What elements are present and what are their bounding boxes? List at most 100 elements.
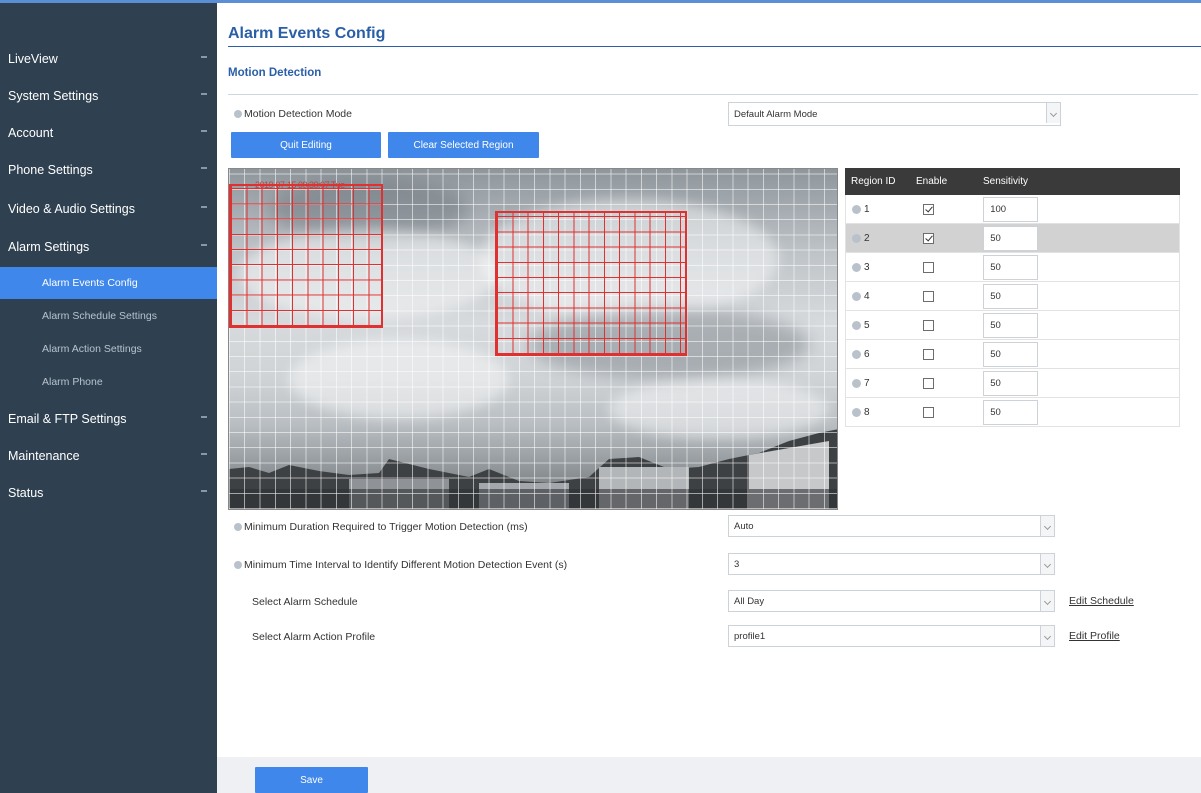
region-sensitivity-input[interactable]: 50 [983, 254, 1039, 280]
region-sensitivity-input[interactable]: 50 [983, 341, 1039, 367]
region-id-cell[interactable]: 1 [846, 204, 911, 215]
region-id-cell[interactable]: 2 [846, 233, 911, 244]
region-enable-checkbox[interactable] [922, 319, 934, 331]
region-sensitivity-input[interactable]: 50 [983, 225, 1039, 251]
region-radio-icon[interactable] [852, 378, 861, 388]
region-radio-icon[interactable] [852, 291, 861, 301]
region-radio-icon[interactable] [852, 262, 861, 272]
title-divider [228, 46, 1201, 47]
collapse-icon [201, 93, 207, 95]
collapse-icon [201, 453, 207, 455]
sidebar: LiveView System Settings Account Phone S… [0, 0, 217, 793]
min-duration-select[interactable]: Auto [728, 515, 1055, 537]
region-sensitivity-input[interactable]: 50 [983, 283, 1039, 309]
region-sensitivity-cell: 100 [983, 196, 1179, 222]
region-id: 2 [864, 232, 870, 244]
main-content: Alarm Events Config Motion Detection Mot… [217, 0, 1201, 793]
edit-profile-link[interactable]: Edit Profile [1069, 630, 1120, 642]
footer-bar: Save [217, 757, 1201, 793]
edit-schedule-link[interactable]: Edit Schedule [1069, 595, 1134, 607]
motion-region-2[interactable] [495, 211, 687, 356]
region-id-cell[interactable]: 5 [846, 320, 911, 331]
region-id-cell[interactable]: 4 [846, 291, 911, 302]
region-row[interactable]: 6 50 [845, 340, 1180, 369]
region-sensitivity-input[interactable]: 50 [983, 370, 1039, 396]
region-enable-cell [911, 348, 984, 360]
sidebar-item-account[interactable]: Account [0, 114, 217, 151]
chevron-down-icon [1046, 103, 1060, 123]
region-enable-checkbox[interactable] [922, 377, 934, 389]
sidebar-item-label: Maintenance [8, 448, 80, 463]
sidebar-item-label: Alarm Schedule Settings [42, 310, 157, 322]
sidebar-item-system-settings[interactable]: System Settings [0, 77, 217, 114]
motion-mode-select[interactable]: Default Alarm Mode [728, 102, 1061, 126]
region-row[interactable]: 8 50 [845, 398, 1180, 427]
col-sensitivity: Sensitivity [983, 176, 1029, 187]
region-id-cell[interactable]: 8 [846, 407, 911, 418]
min-interval-label: Minimum Time Interval to Identify Differ… [234, 558, 567, 572]
region-row[interactable]: 5 50 [845, 311, 1180, 340]
motion-region-1[interactable] [229, 184, 383, 328]
region-radio-icon[interactable] [852, 320, 861, 330]
region-id: 1 [864, 203, 870, 215]
region-sensitivity-input[interactable]: 50 [983, 399, 1039, 425]
sidebar-item-liveview[interactable]: LiveView [0, 40, 217, 77]
region-enable-checkbox[interactable] [922, 406, 934, 418]
region-id-cell[interactable]: 7 [846, 378, 911, 389]
clear-selected-region-button[interactable]: Clear Selected Region [388, 132, 539, 158]
region-sensitivity-input[interactable]: 50 [983, 312, 1039, 338]
region-radio-icon[interactable] [852, 349, 861, 359]
min-duration-label-text: Minimum Duration Required to Trigger Mot… [244, 521, 528, 533]
sidebar-subitem-alarm-events-config[interactable]: Alarm Events Config [0, 267, 217, 299]
region-row[interactable]: 1 100 [845, 195, 1180, 224]
sidebar-item-maintenance[interactable]: Maintenance [0, 437, 217, 474]
alarm-action-select[interactable]: profile1 [728, 625, 1055, 647]
region-enable-cell [911, 290, 984, 302]
motion-mode-label-text: Motion Detection Mode [244, 108, 352, 120]
sidebar-item-status[interactable]: Status [0, 474, 217, 511]
help-icon[interactable] [234, 110, 242, 118]
region-enable-checkbox[interactable] [922, 203, 934, 215]
quit-editing-button[interactable]: Quit Editing [231, 132, 381, 158]
region-enable-checkbox[interactable] [922, 261, 934, 273]
chevron-down-icon [1040, 516, 1054, 536]
region-id: 6 [864, 348, 870, 360]
help-icon[interactable] [234, 523, 242, 531]
sidebar-item-label: LiveView [8, 51, 58, 66]
region-row[interactable]: 4 50 [845, 282, 1180, 311]
sidebar-subitem-alarm-schedule[interactable]: Alarm Schedule Settings [0, 300, 217, 332]
min-interval-select[interactable]: 3 [728, 553, 1055, 575]
region-id: 7 [864, 377, 870, 389]
region-row[interactable]: 7 50 [845, 369, 1180, 398]
region-radio-icon[interactable] [852, 233, 861, 243]
motion-detection-video-preview[interactable]: 2019-07-15 09:30:07 Tue [228, 168, 838, 510]
sidebar-item-video-audio[interactable]: Video & Audio Settings [0, 190, 217, 227]
sidebar-item-alarm-settings[interactable]: Alarm Settings [0, 228, 217, 265]
region-sensitivity-cell: 50 [983, 312, 1179, 338]
alarm-schedule-select[interactable]: All Day [728, 590, 1055, 612]
region-sensitivity-cell: 50 [983, 225, 1179, 251]
alarm-schedule-value: All Day [734, 595, 765, 607]
region-table-body: 1 100 2 50 3 50 4 50 5 50 6 50 7 50 8 50 [845, 195, 1180, 427]
sidebar-item-label: Phone Settings [8, 162, 93, 177]
quit-editing-label: Quit Editing [280, 139, 332, 151]
region-radio-icon[interactable] [852, 407, 861, 417]
region-row[interactable]: 3 50 [845, 253, 1180, 282]
sidebar-subitem-alarm-phone[interactable]: Alarm Phone [0, 366, 217, 398]
help-icon[interactable] [234, 561, 242, 569]
region-enable-checkbox[interactable] [922, 348, 934, 360]
sidebar-item-label: Video & Audio Settings [8, 201, 135, 216]
region-id-cell[interactable]: 6 [846, 349, 911, 360]
save-button[interactable]: Save [255, 767, 368, 793]
region-radio-icon[interactable] [852, 204, 861, 214]
region-id-cell[interactable]: 3 [846, 262, 911, 273]
region-table-header: Region ID Enable Sensitivity [845, 168, 1180, 195]
sidebar-item-phone-settings[interactable]: Phone Settings [0, 151, 217, 188]
region-enable-checkbox[interactable] [922, 232, 934, 244]
region-sensitivity-input[interactable]: 100 [983, 196, 1039, 222]
region-row[interactable]: 2 50 [845, 224, 1180, 253]
region-enable-checkbox[interactable] [922, 290, 934, 302]
sidebar-subitem-alarm-action[interactable]: Alarm Action Settings [0, 333, 217, 365]
region-id: 4 [864, 290, 870, 302]
sidebar-item-email-ftp[interactable]: Email & FTP Settings [0, 400, 217, 437]
